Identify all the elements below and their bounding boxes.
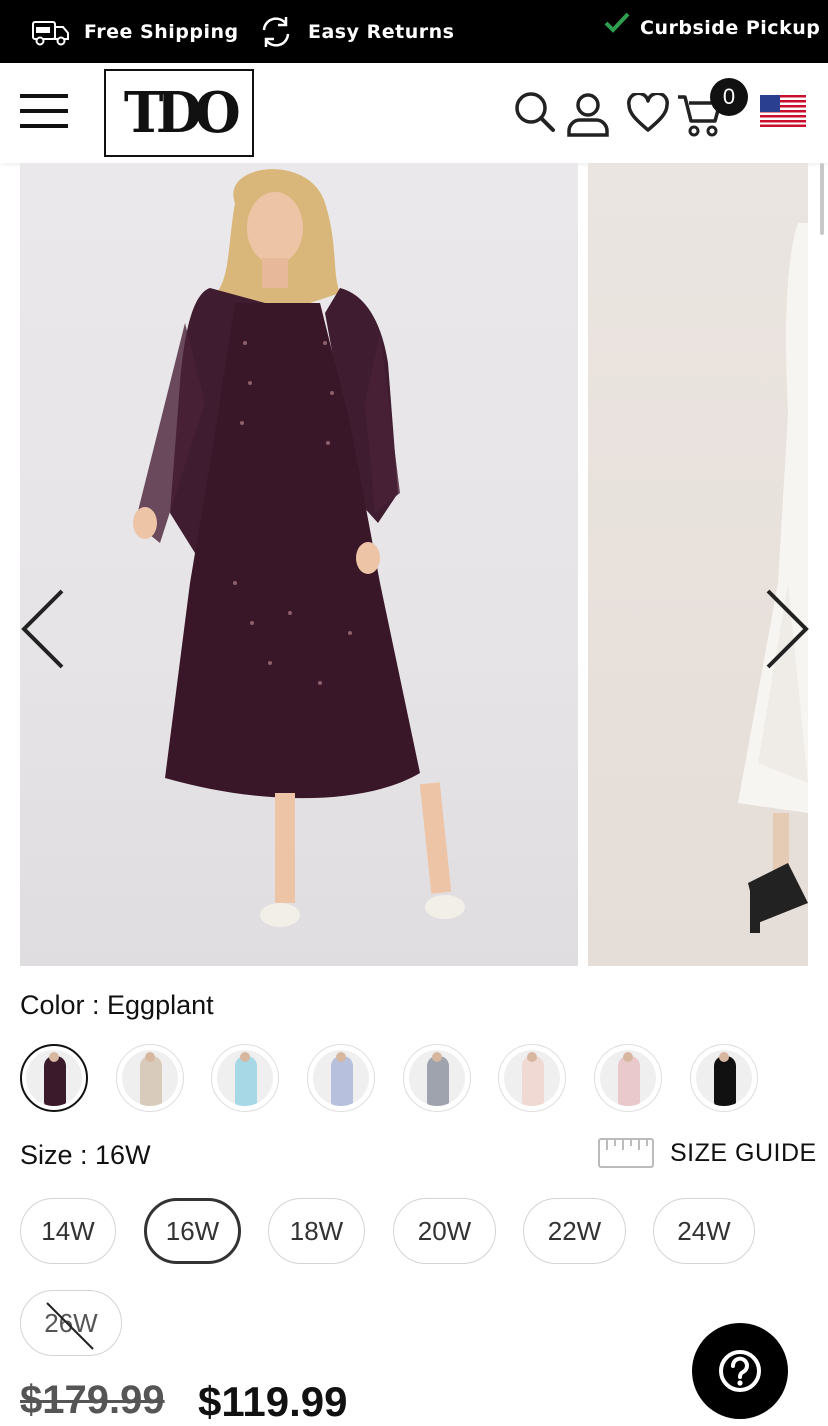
- color-swatch[interactable]: [307, 1044, 375, 1112]
- swatch-model-head: [527, 1052, 537, 1062]
- wishlist-heart-icon[interactable]: [626, 93, 670, 133]
- selected-size-value: 16W: [95, 1140, 151, 1170]
- swatch-model-head: [719, 1052, 729, 1062]
- swatch-dress-color: [618, 1056, 640, 1106]
- unavailable-strike-icon: [46, 1302, 94, 1350]
- size-guide-label: SIZE GUIDE: [670, 1138, 817, 1167]
- size-option-24w[interactable]: 24W: [653, 1198, 755, 1264]
- carousel-prev-arrow[interactable]: [20, 588, 66, 670]
- swatch-dress-color: [44, 1056, 66, 1106]
- swatch-model-head: [49, 1052, 59, 1062]
- size-guide-link[interactable]: SIZE GUIDE: [598, 1138, 817, 1168]
- dress-illustration: [133, 169, 465, 927]
- account-icon[interactable]: [566, 91, 610, 137]
- swatch-model-head: [240, 1052, 250, 1062]
- swatch-thumbnail: [600, 1050, 656, 1106]
- swatch-dress-color: [140, 1056, 162, 1106]
- color-swatch[interactable]: [20, 1044, 88, 1112]
- menu-icon[interactable]: [20, 94, 68, 130]
- swatch-thumbnail: [409, 1050, 465, 1106]
- size-option-14w[interactable]: 14W: [20, 1198, 116, 1264]
- swatch-thumbnail: [504, 1050, 560, 1106]
- site-header: TDO 0: [0, 63, 828, 163]
- size-option-label: 14W: [41, 1215, 95, 1246]
- swatch-model-head: [336, 1052, 346, 1062]
- color-label: Color : Eggplant: [20, 990, 214, 1021]
- swatch-model-head: [432, 1052, 442, 1062]
- color-swatch[interactable]: [594, 1044, 662, 1112]
- curbside-pickup-label: Curbside Pickup: [640, 16, 821, 39]
- help-button[interactable]: [692, 1323, 788, 1419]
- swatch-thumbnail: [696, 1050, 752, 1106]
- us-flag-icon[interactable]: [760, 95, 806, 127]
- size-option-18w[interactable]: 18W: [268, 1198, 365, 1264]
- swatch-model-head: [145, 1052, 155, 1062]
- color-swatch[interactable]: [498, 1044, 566, 1112]
- size-option-label: 24W: [677, 1215, 731, 1246]
- swatch-dress-color: [714, 1056, 736, 1106]
- swatch-dress-color: [522, 1056, 544, 1106]
- page-scrollbar[interactable]: [820, 163, 824, 235]
- size-option-26w[interactable]: 26W: [20, 1290, 122, 1356]
- swatch-thumbnail: [313, 1050, 369, 1106]
- size-option-20w[interactable]: 20W: [393, 1198, 496, 1264]
- original-price: $179.99: [20, 1378, 165, 1422]
- swatch-thumbnail: [122, 1050, 178, 1106]
- color-swatch[interactable]: [690, 1044, 758, 1112]
- help-question-icon: [719, 1350, 761, 1392]
- swatch-dress-color: [331, 1056, 353, 1106]
- free-shipping-label: Free Shipping: [84, 20, 239, 43]
- swatch-model-head: [623, 1052, 633, 1062]
- color-swatch[interactable]: [116, 1044, 184, 1112]
- returns-icon: [262, 16, 290, 47]
- size-option-label: 20W: [417, 1215, 472, 1246]
- color-label-prefix: Color :: [20, 990, 108, 1020]
- ruler-icon: [598, 1138, 654, 1168]
- curbside-pickup-promo[interactable]: Curbside Pickup: [604, 0, 820, 59]
- size-option-16w[interactable]: 16W: [144, 1198, 241, 1264]
- truck-icon: [32, 20, 69, 45]
- swatch-thumbnail: [26, 1050, 82, 1106]
- product-image-carousel[interactable]: [0, 163, 828, 966]
- checkmark-icon: [604, 12, 630, 33]
- size-label: Size : 16W: [20, 1140, 151, 1171]
- easy-returns-promo[interactable]: Easy Returns: [258, 0, 454, 63]
- promo-bar: Free Shipping Easy Returns Curbside Pick…: [0, 0, 828, 63]
- easy-returns-label: Easy Returns: [308, 20, 455, 43]
- free-shipping-promo[interactable]: Free Shipping: [32, 0, 239, 63]
- white-dress-illustration: [738, 223, 808, 933]
- swatch-dress-color: [427, 1056, 449, 1106]
- cart-count-badge[interactable]: 0: [710, 78, 748, 116]
- site-logo[interactable]: TDO: [104, 69, 254, 157]
- white-dress-model-photo[interactable]: [588, 163, 808, 966]
- swatch-thumbnail: [217, 1050, 273, 1106]
- color-swatch[interactable]: [211, 1044, 279, 1112]
- swatch-dress-color: [235, 1056, 257, 1106]
- sale-price: $119.99: [198, 1378, 348, 1425]
- size-label-prefix: Size :: [20, 1140, 96, 1170]
- size-option-label: 16W: [165, 1215, 220, 1246]
- selected-color-value: Eggplant: [107, 990, 214, 1020]
- eggplant-dress-model-photo[interactable]: [20, 163, 578, 966]
- carousel-next-arrow[interactable]: [764, 588, 810, 670]
- logo-text: TDO: [124, 80, 241, 146]
- color-swatch[interactable]: [403, 1044, 471, 1112]
- size-option-label: 18W: [289, 1215, 344, 1246]
- size-option-label: 22W: [547, 1215, 602, 1246]
- search-icon[interactable]: [512, 89, 556, 133]
- size-option-22w[interactable]: 22W: [523, 1198, 626, 1264]
